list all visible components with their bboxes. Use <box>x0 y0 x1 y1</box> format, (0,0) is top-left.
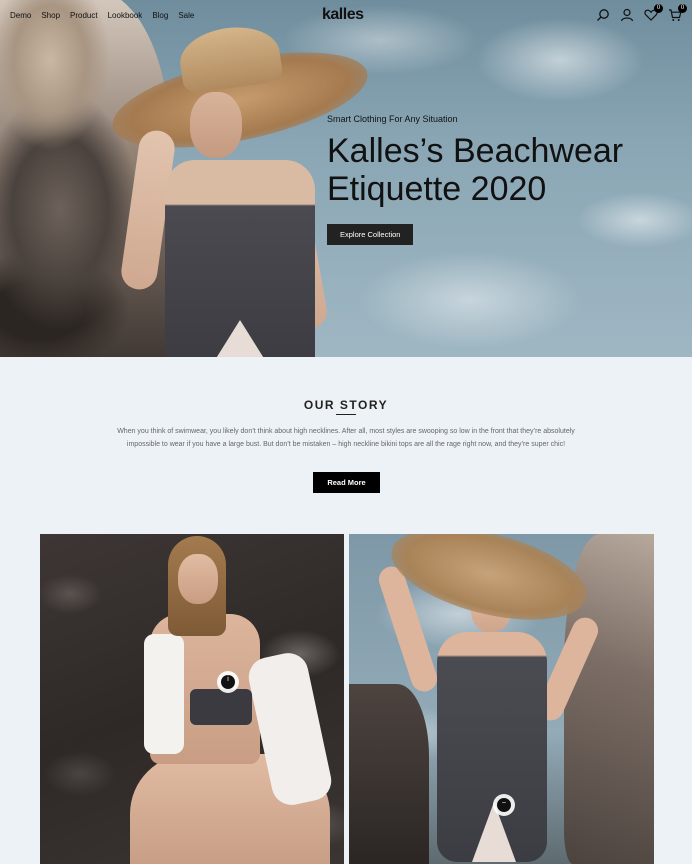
hero-content: Smart Clothing For Any Situation Kalles’… <box>327 114 667 245</box>
nav-item-demo[interactable]: Demo <box>10 11 31 20</box>
lookbook-image-right[interactable]: – <box>349 534 654 864</box>
hero-banner: Smart Clothing For Any Situation Kalles’… <box>0 0 692 357</box>
explore-collection-button[interactable]: Explore Collection <box>327 224 414 245</box>
hotspot-info-icon: i <box>227 676 229 683</box>
nav-item-sale[interactable]: Sale <box>178 11 194 20</box>
nav-item-product[interactable]: Product <box>70 11 98 20</box>
cart-icon[interactable]: 0 <box>668 4 687 22</box>
site-logo[interactable]: kalles <box>322 6 364 24</box>
cart-count-badge: 0 <box>678 4 687 13</box>
nav-item-blog[interactable]: Blog <box>152 11 168 20</box>
account-icon[interactable] <box>620 8 634 22</box>
hero-kicker: Smart Clothing For Any Situation <box>327 114 458 124</box>
search-icon[interactable] <box>596 8 610 22</box>
story-text: When you think of swimwear, you likely d… <box>117 428 575 448</box>
hotspot-minus-icon: – <box>502 799 506 806</box>
nav-item-shop[interactable]: Shop <box>41 11 60 20</box>
model-seated-image <box>40 534 344 864</box>
header-actions: 0 0 <box>596 4 687 22</box>
hero-title-line2: Etiquette 2020 <box>327 170 547 208</box>
hero-title: Kalles’s Beachwear Etiquette 2020 <box>327 132 667 208</box>
wishlist-icon[interactable]: 0 <box>644 4 663 22</box>
story-title-divider <box>336 414 356 415</box>
product-hotspot-left[interactable]: i <box>217 671 239 693</box>
our-story-section: OUR STORY When you think of swimwear, yo… <box>0 357 692 537</box>
product-hotspot-right[interactable]: – <box>493 794 515 816</box>
nav-item-lookbook[interactable]: Lookbook <box>108 11 143 20</box>
lookbook-image-left[interactable]: i <box>40 534 344 864</box>
read-more-button[interactable]: Read More <box>313 472 380 493</box>
hero-model-image <box>104 20 376 357</box>
story-title: OUR STORY <box>303 398 389 412</box>
top-navigation: Demo Shop Product Lookbook Blog Sale kal… <box>0 0 692 32</box>
wishlist-count-badge: 0 <box>654 4 663 13</box>
main-menu: Demo Shop Product Lookbook Blog Sale <box>10 11 194 20</box>
hero-title-line1: Kalles’s Beachwear <box>327 132 624 170</box>
